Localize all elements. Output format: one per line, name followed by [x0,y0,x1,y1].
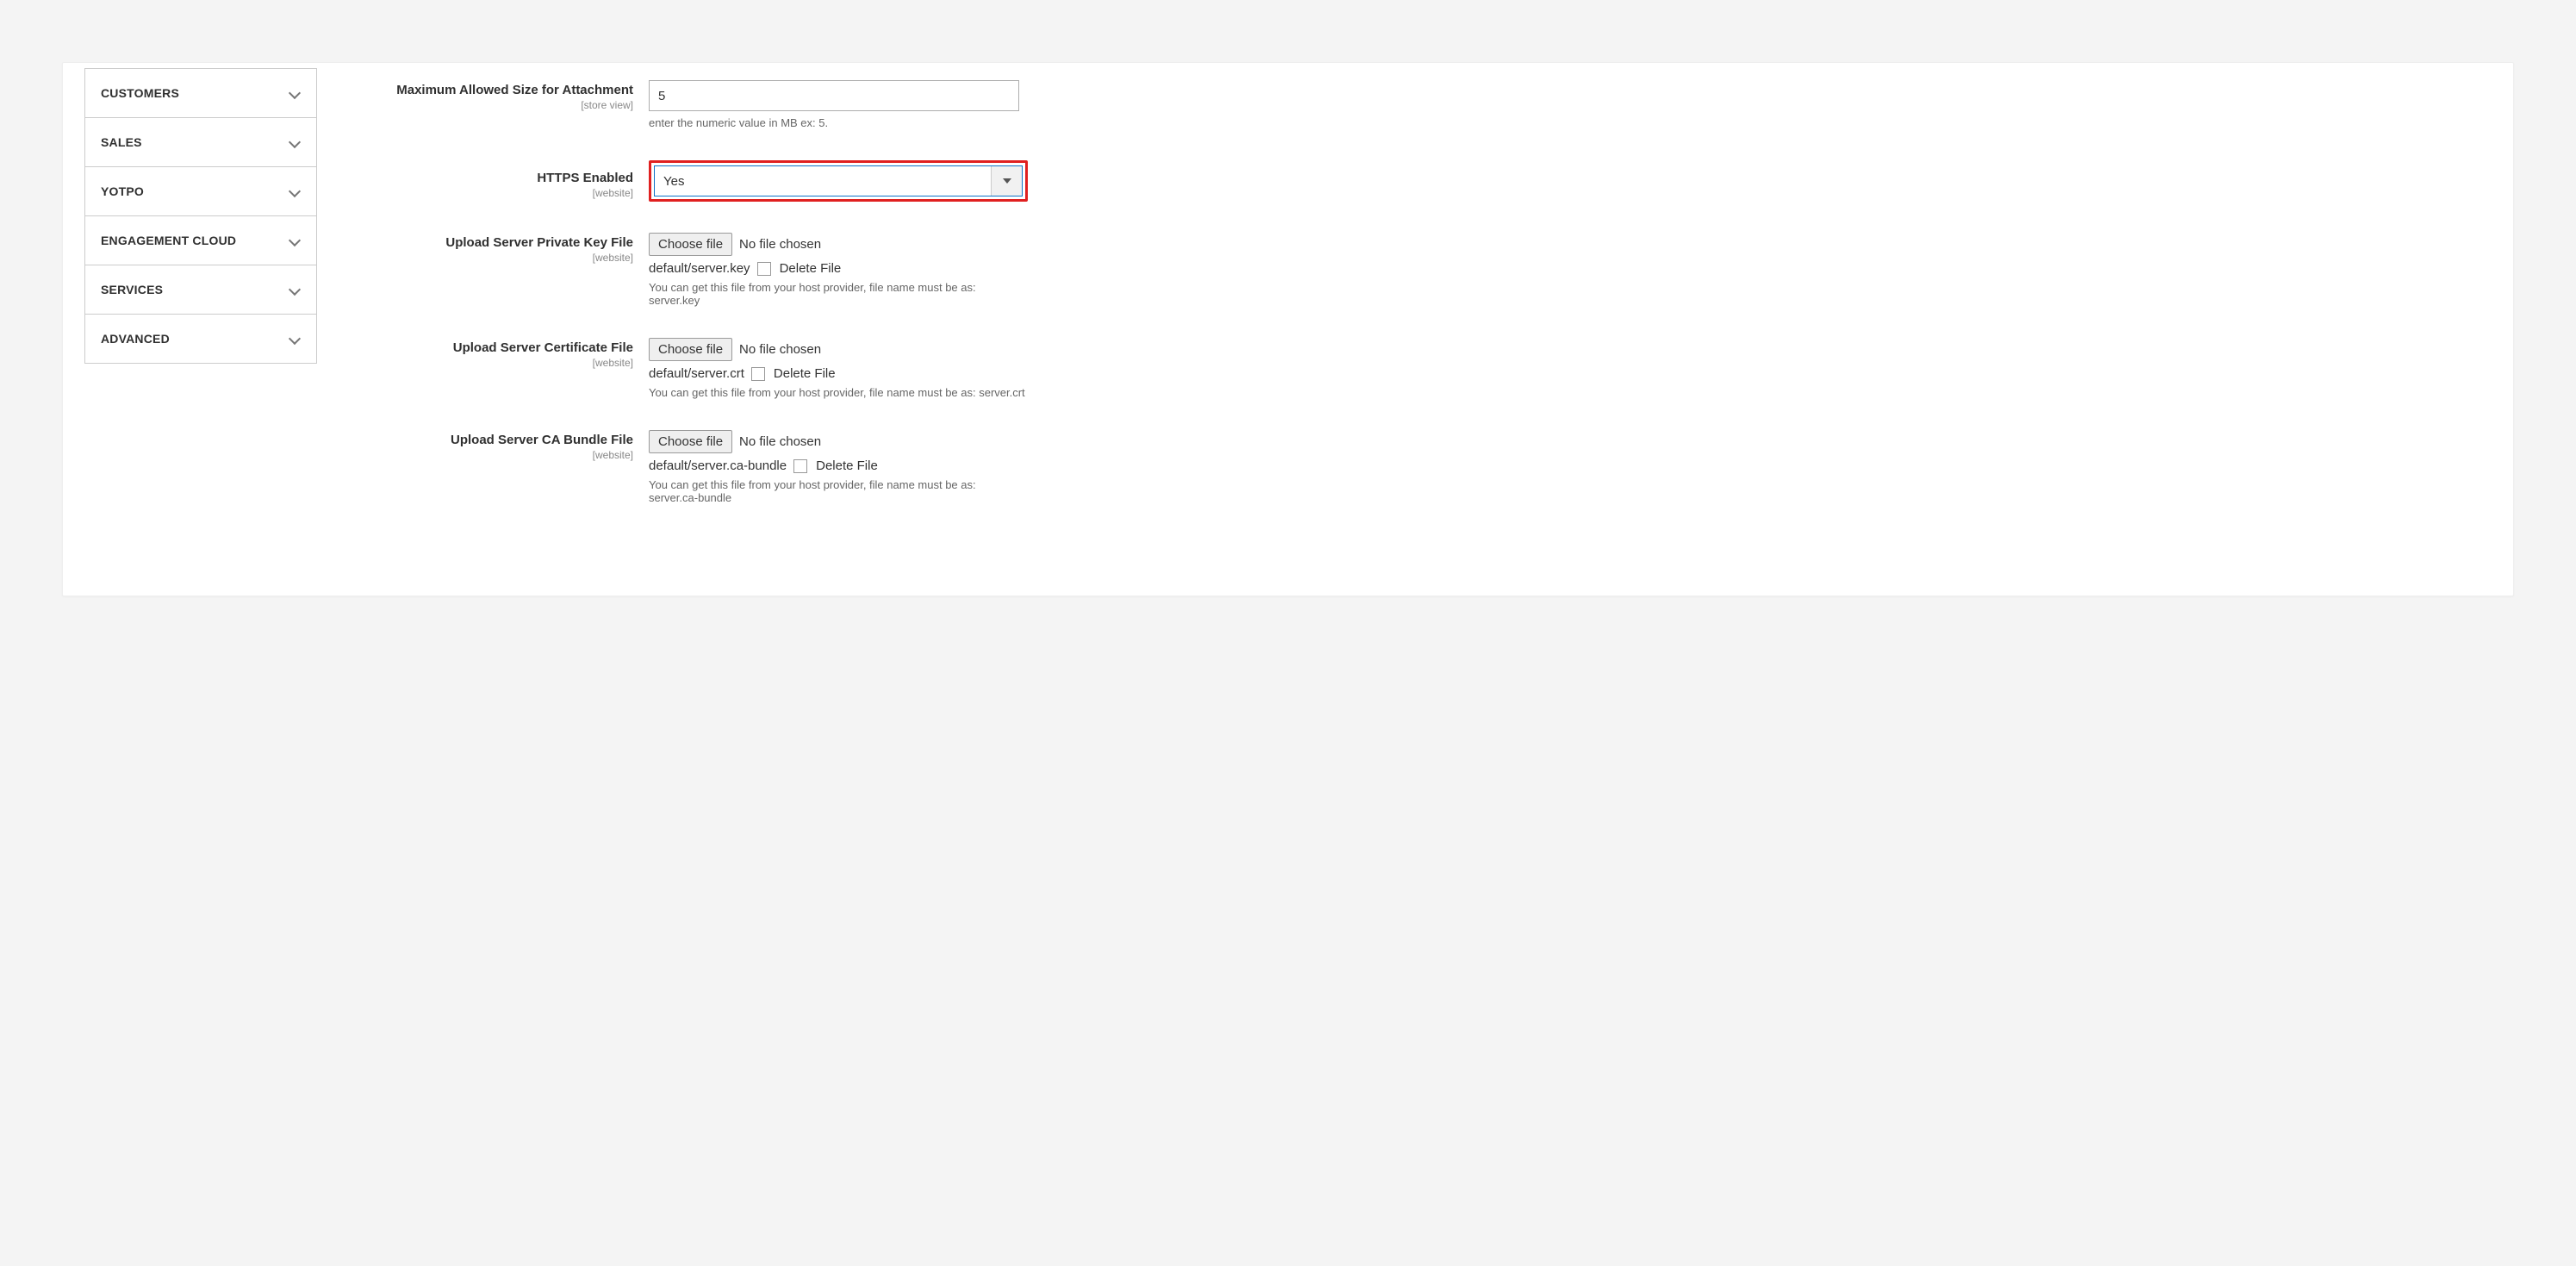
chevron-down-icon [289,136,301,148]
field-helper: You can get this file from your host pro… [649,478,1028,504]
field-max-attachment: Maximum Allowed Size for Attachment [sto… [356,80,2479,129]
select-dropdown-button[interactable] [991,166,1022,196]
field-label: Upload Server CA Bundle File [451,433,633,447]
chevron-down-icon [289,234,301,246]
field-helper: You can get this file from your host pro… [649,386,1028,399]
sidebar-item-advanced[interactable]: ADVANCED [85,315,316,363]
field-label: Maximum Allowed Size for Attachment [396,83,633,97]
sidebar-item-label: ENGAGEMENT CLOUD [101,234,236,247]
field-private-key: Upload Server Private Key File [website]… [356,233,2479,307]
field-scope: [website] [356,357,633,369]
chevron-down-icon [289,284,301,296]
delete-file-checkbox[interactable] [757,262,771,276]
current-file-name: default/server.ca-bundle [649,458,787,473]
delete-file-checkbox[interactable] [751,367,765,381]
https-enabled-highlight: Yes [649,160,1028,202]
field-https-enabled: HTTPS Enabled [website] Yes [356,160,2479,202]
sidebar-item-customers[interactable]: CUSTOMERS [85,69,316,118]
field-label: Upload Server Certificate File [453,340,633,355]
field-certificate: Upload Server Certificate File [website]… [356,338,2479,399]
triangle-down-icon [1003,178,1011,184]
field-helper: enter the numeric value in MB ex: 5. [649,116,1028,129]
choose-file-button[interactable]: Choose file [649,430,732,453]
field-scope: [website] [356,252,633,264]
max-attachment-input[interactable]: 5 [649,80,1019,111]
delete-file-label: Delete File [774,366,836,381]
field-scope: [website] [356,187,633,199]
current-file-name: default/server.key [649,261,750,276]
sidebar-item-engagement-cloud[interactable]: ENGAGEMENT CLOUD [85,216,316,265]
field-label: Upload Server Private Key File [445,235,633,250]
no-file-text: No file chosen [739,434,821,449]
no-file-text: No file chosen [739,237,821,252]
field-helper: You can get this file from your host pro… [649,281,1028,307]
field-scope: [store view] [356,99,633,111]
config-form: Maximum Allowed Size for Attachment [sto… [339,63,2513,561]
chevron-down-icon [289,185,301,197]
sidebar-item-label: YOTPO [101,184,144,198]
chevron-down-icon [289,333,301,345]
no-file-text: No file chosen [739,342,821,357]
config-sidebar: CUSTOMERS SALES YOTPO ENGAGEMENT CLOUD S… [63,63,339,561]
sidebar-item-services[interactable]: SERVICES [85,265,316,315]
sidebar-item-label: ADVANCED [101,332,170,346]
choose-file-button[interactable]: Choose file [649,233,732,256]
sidebar-item-label: CUSTOMERS [101,86,179,100]
sidebar-accordion: CUSTOMERS SALES YOTPO ENGAGEMENT CLOUD S… [84,68,317,364]
field-label: HTTPS Enabled [537,171,633,185]
field-scope: [website] [356,449,633,461]
sidebar-item-sales[interactable]: SALES [85,118,316,167]
chevron-down-icon [289,87,301,99]
sidebar-item-yotpo[interactable]: YOTPO [85,167,316,216]
choose-file-button[interactable]: Choose file [649,338,732,361]
sidebar-item-label: SALES [101,135,142,149]
select-value: Yes [655,166,991,196]
current-file-name: default/server.crt [649,366,744,381]
input-value: 5 [658,89,665,103]
sidebar-item-label: SERVICES [101,283,163,296]
delete-file-label: Delete File [816,458,878,473]
field-ca-bundle: Upload Server CA Bundle File [website] C… [356,430,2479,504]
delete-file-checkbox[interactable] [793,459,807,473]
delete-file-label: Delete File [780,261,842,276]
https-enabled-select[interactable]: Yes [654,165,1023,196]
